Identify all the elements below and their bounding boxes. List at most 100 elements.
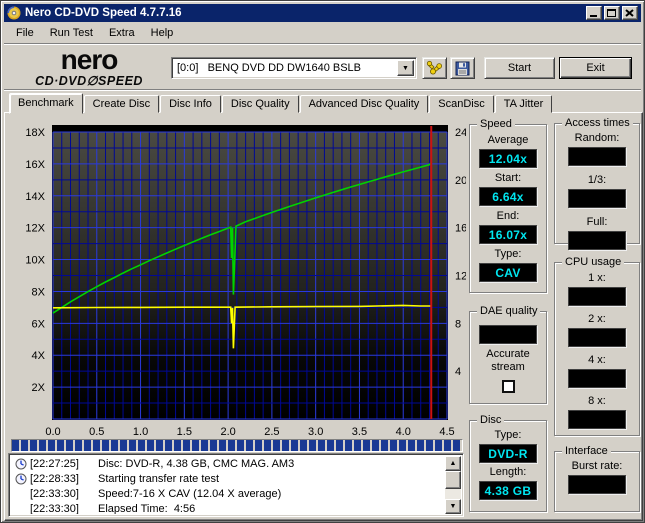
lcd-display: 4.38 GB — [479, 481, 537, 500]
maximize-icon — [607, 9, 616, 17]
group-access-times: Access times Random: 1/3: Full: — [554, 117, 640, 250]
scroll-down-button[interactable]: ▼ — [445, 499, 461, 514]
close-button[interactable] — [622, 6, 638, 20]
lcd-display: 6.64x — [479, 187, 537, 206]
x-tick-label: 3.5 — [352, 426, 367, 438]
start-button[interactable]: Start — [484, 57, 555, 79]
log-panel[interactable]: [22:27:25] Disc: DVD-R, 4.38 GB, CMC MAG.… — [8, 453, 464, 517]
close-icon — [625, 9, 634, 17]
x-tick-label: 2.0 — [220, 426, 235, 438]
lcd-display — [568, 475, 626, 494]
group-interface: Interface Burst rate: — [554, 445, 640, 512]
lcd-display: 12.04x — [479, 149, 537, 168]
drive-select-value: [0:0] BENQ DVD DD DW1640 BSLB — [177, 62, 362, 74]
x-tick-label: 1.5 — [177, 426, 192, 438]
scroll-up-button[interactable]: ▲ — [445, 456, 461, 471]
log-icon-spacer — [15, 503, 27, 515]
info-icon — [15, 458, 27, 470]
lcd-display: DVD-R — [479, 444, 537, 463]
field: Start: 6.64x — [479, 173, 537, 206]
log-entry: [22:33:30] Elapsed Time: 4:56 — [11, 501, 445, 515]
field-label: Type: — [494, 429, 522, 441]
group-title-speed: Speed — [477, 118, 515, 130]
field: 8 x: — [568, 396, 626, 429]
log-entry: [22:33:30] Speed:7-16 X CAV (12.04 X aver… — [11, 486, 445, 501]
field: 4 x: — [568, 355, 626, 388]
lcd-display — [568, 147, 626, 166]
field: Length: 4.38 GB — [479, 467, 537, 500]
x-tick-label: 3.0 — [308, 426, 323, 438]
field-label: 1 x: — [588, 272, 606, 284]
tab-benchmark[interactable]: Benchmark — [9, 93, 83, 114]
log-scrollbar[interactable]: ▲ ▼ — [445, 456, 461, 514]
group-title-dae-quality: DAE quality — [477, 305, 541, 317]
x-tick-label: 0.0 — [45, 426, 60, 438]
group-title-disc: Disc — [477, 414, 505, 426]
field: End: 16.07x — [479, 211, 537, 244]
y-left-tick-label: 10X — [25, 255, 45, 267]
floppy-save-icon — [455, 61, 470, 75]
field-label: Random: — [574, 132, 620, 144]
group-disc: Disc Type: DVD-R Length: 4.38 GB — [469, 414, 547, 512]
drive-select-combobox[interactable]: [0:0] BENQ DVD DD DW1640 BSLB ▼ — [171, 57, 417, 79]
group-speed: Speed Average 12.04x Start: 6.64x End: 16.07x T… — [469, 118, 547, 293]
field-label: 4 x: — [588, 354, 606, 366]
log-timestamp: [22:27:25] — [30, 457, 79, 470]
options-button[interactable] — [422, 57, 447, 79]
field-label: 8 x: — [588, 395, 606, 407]
menu-item-run-test[interactable]: Run Test — [42, 25, 101, 41]
app-window: Nero CD-DVD Speed 4.7.7.16 File Run Test E… — [0, 0, 645, 523]
field-label: Burst rate: — [571, 460, 623, 472]
field-label: Start: — [494, 172, 522, 184]
x-tick-label: 1.0 — [133, 426, 148, 438]
maximize-button[interactable] — [604, 6, 620, 20]
tab-ta-jitter[interactable]: TA Jitter — [494, 95, 553, 113]
tab-strip: Benchmark Create Disc Disc Info Disc Qualit… — [9, 93, 553, 114]
log-message: Starting transfer rate test — [98, 472, 220, 485]
tab-advanced-disc-quality[interactable]: Advanced Disc Quality — [299, 95, 429, 113]
group-title-interface: Interface — [562, 445, 611, 457]
y-right-tick-label: 4 — [455, 366, 461, 378]
y-left-tick-label: 8X — [32, 286, 46, 298]
progress-bar — [11, 439, 463, 452]
field-label: Type: — [494, 248, 522, 260]
y-left-tick-label: 12X — [25, 223, 45, 235]
lcd-display — [568, 189, 626, 208]
x-tick-label: 2.5 — [264, 426, 279, 438]
menu-item-file[interactable]: File — [8, 25, 42, 41]
menu-item-help[interactable]: Help — [143, 25, 182, 41]
lcd-display: CAV — [479, 263, 537, 282]
x-tick-label: 4.0 — [396, 426, 411, 438]
log-icon-spacer — [15, 488, 27, 500]
minimize-button[interactable] — [586, 6, 602, 20]
log-timestamp: [22:33:30] — [30, 502, 79, 515]
accurate-stream-label: Accurate stream — [486, 348, 530, 373]
accurate-stream-checkbox[interactable] — [501, 380, 515, 393]
tab-disc-info[interactable]: Disc Info — [160, 95, 221, 113]
field: Type: CAV — [479, 249, 537, 282]
lcd-display — [479, 325, 537, 344]
chevron-down-icon[interactable]: ▼ — [397, 60, 414, 76]
menu-bar: File Run Test Extra Help — [4, 23, 641, 42]
title-bar[interactable]: Nero CD-DVD Speed 4.7.7.16 — [4, 4, 641, 22]
scrollbar-thumb[interactable] — [445, 471, 461, 489]
lcd-display — [568, 369, 626, 388]
y-right-tick-label: 8 — [455, 318, 461, 330]
tab-scandisc[interactable]: ScanDisc — [429, 95, 494, 113]
minimize-icon — [590, 15, 597, 17]
save-button[interactable] — [450, 57, 475, 79]
separator — [4, 89, 641, 91]
field-label: End: — [496, 210, 520, 222]
log-entry: [22:27:25] Disc: DVD-R, 4.38 GB, CMC MAG.… — [11, 456, 445, 471]
info-icon — [15, 473, 27, 485]
log-message: Disc: DVD-R, 4.38 GB, CMC MAG. AM3 — [98, 457, 295, 470]
y-left-tick-label: 18X — [25, 127, 45, 139]
menu-item-extra[interactable]: Extra — [101, 25, 143, 41]
exit-button[interactable]: Exit — [559, 57, 632, 79]
field: 1/3: — [568, 175, 626, 208]
lcd-display — [568, 231, 626, 250]
tab-disc-quality[interactable]: Disc Quality — [221, 95, 299, 113]
field: 1 x: — [568, 273, 626, 306]
tab-create-disc[interactable]: Create Disc — [83, 95, 160, 113]
lcd-display: 16.07x — [479, 225, 537, 244]
